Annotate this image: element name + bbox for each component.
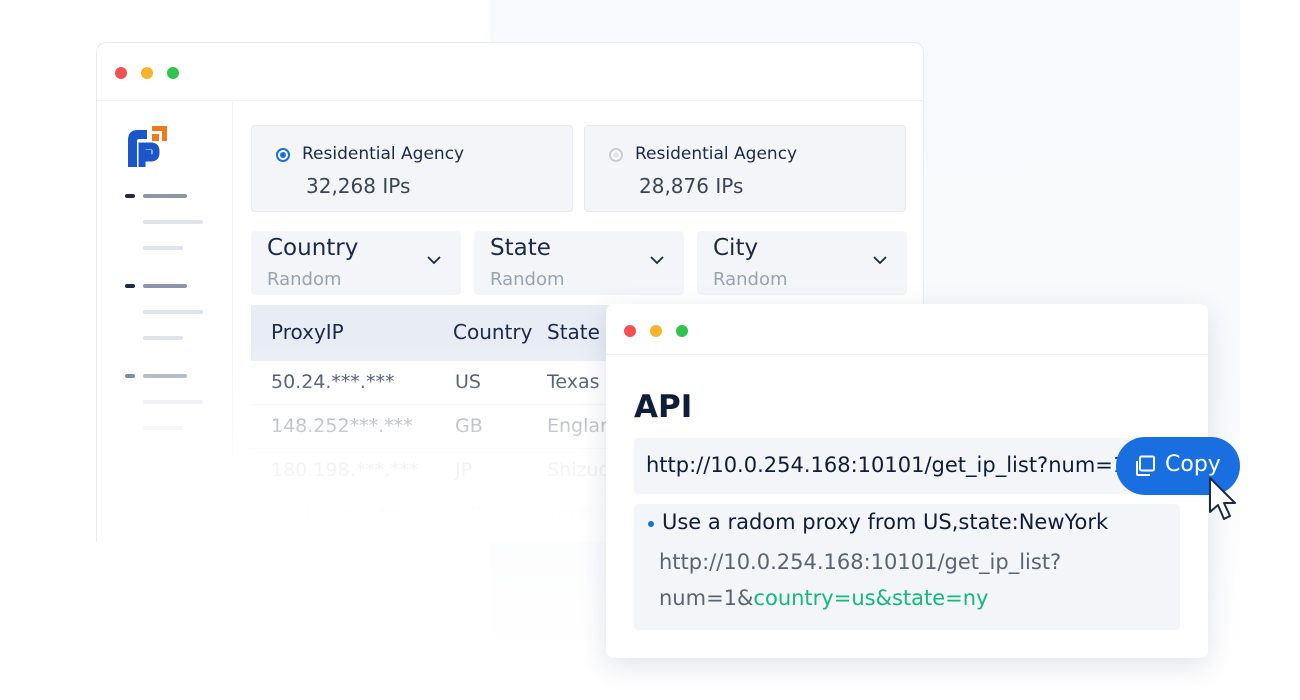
- api-window-titlebar: [606, 304, 1208, 355]
- close-window-dot[interactable]: [115, 67, 127, 79]
- radio-selected-icon[interactable]: [276, 148, 290, 162]
- close-window-dot[interactable]: [624, 325, 636, 337]
- api-url-field[interactable]: http://10.0.254.168:10101/get_ip_list?nu…: [634, 438, 1174, 494]
- country-select[interactable]: Country Random: [251, 231, 461, 295]
- nav-group-3-item[interactable]: [143, 374, 187, 378]
- minimize-window-dot[interactable]: [141, 67, 153, 79]
- country-cell: GB: [455, 503, 483, 525]
- agency-card-2[interactable]: Residential Agency 28,876 IPs: [584, 125, 906, 212]
- state-cell: Shizuo: [547, 459, 611, 481]
- proxy-ip-cell: 180.198.***.***: [271, 459, 419, 481]
- api-heading: API: [634, 389, 693, 425]
- example-url-params: country=us&state=ny: [753, 586, 989, 610]
- nav-group-1-item[interactable]: [143, 194, 187, 198]
- nav-group-3-bullet: [125, 374, 135, 378]
- column-header-state[interactable]: State: [547, 320, 600, 344]
- city-select-value: Random: [713, 269, 788, 290]
- agency-card-1[interactable]: Residential Agency 32,268 IPs: [251, 125, 573, 212]
- country-select-value: Random: [267, 269, 342, 290]
- nav-group-1-subitem-2[interactable]: [143, 246, 183, 250]
- api-example: Use a radom proxy from US,state:NewYork …: [634, 504, 1180, 630]
- nav-group-3-subitem-2[interactable]: [143, 426, 183, 430]
- column-header-proxyip[interactable]: ProxyIP: [271, 320, 344, 344]
- proxy-ip-cell: 50.24.***.***: [271, 371, 395, 393]
- state-select[interactable]: State Random: [474, 231, 684, 295]
- state-select-value: Random: [490, 269, 565, 290]
- nav-group-2-bullet: [125, 284, 135, 288]
- agency-ip-count: 28,876 IPs: [639, 174, 744, 198]
- nav-group-1-subitem-1[interactable]: [143, 220, 203, 224]
- country-cell: JP: [455, 459, 473, 481]
- nav-group-2-item[interactable]: [143, 284, 187, 288]
- proxy-ip-cell: 91.125.***.***: [271, 503, 407, 525]
- example-url-line2: num=1&country=us&state=ny: [659, 586, 988, 610]
- cursor-icon: [1209, 477, 1236, 520]
- agency-label: Residential Agency: [635, 144, 798, 164]
- country-cell: GB: [455, 415, 483, 437]
- proxy-ip-cell: 148.252***.***: [271, 415, 413, 437]
- chevron-down-icon: [650, 256, 664, 265]
- maximize-window-dot[interactable]: [676, 325, 688, 337]
- window-titlebar: [97, 43, 923, 101]
- stage: Residential Agency 32,268 IPs Residentia…: [0, 0, 1300, 700]
- copy-icon: [1136, 455, 1155, 476]
- example-url-prefix: num=1&: [659, 586, 754, 610]
- state-select-label: State: [490, 235, 551, 261]
- api-window: API http://10.0.254.168:10101/get_ip_lis…: [606, 304, 1208, 658]
- country-cell: US: [455, 371, 481, 393]
- nav-group-2-subitem-1[interactable]: [143, 310, 203, 314]
- api-url-text: http://10.0.254.168:10101/get_ip_list?nu…: [646, 453, 1127, 477]
- nav-group-2-subitem-2[interactable]: [143, 336, 183, 340]
- copy-button-label: Copy: [1165, 452, 1221, 477]
- agency-ip-count: 32,268 IPs: [306, 174, 411, 198]
- maximize-window-dot[interactable]: [167, 67, 179, 79]
- chevron-down-icon: [873, 256, 887, 265]
- state-cell: Texas: [547, 371, 600, 393]
- column-header-country[interactable]: Country: [453, 320, 532, 344]
- minimize-window-dot[interactable]: [650, 325, 662, 337]
- logo-icon[interactable]: [125, 124, 169, 168]
- chevron-down-icon: [427, 256, 441, 265]
- example-description: Use a radom proxy from US,state:NewYork: [662, 510, 1109, 534]
- city-select-label: City: [713, 235, 759, 261]
- example-url-line1: http://10.0.254.168:10101/get_ip_list?: [659, 550, 1062, 574]
- bullet-icon: [648, 521, 654, 527]
- state-cell: Englar: [547, 415, 608, 437]
- state-cell: Scotla: [547, 503, 606, 525]
- agency-label: Residential Agency: [302, 144, 465, 164]
- nav-group-3-subitem-1[interactable]: [143, 400, 203, 404]
- nav-group-1-bullet: [125, 194, 135, 198]
- sidebar: [97, 102, 233, 502]
- country-select-label: Country: [267, 235, 359, 261]
- city-select[interactable]: City Random: [697, 231, 907, 295]
- radio-unselected-icon[interactable]: [609, 148, 623, 162]
